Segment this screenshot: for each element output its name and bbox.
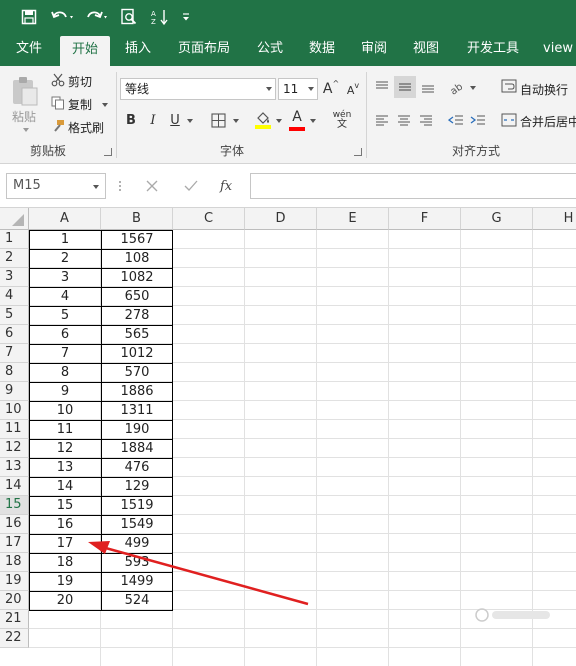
wrap-text-icon	[500, 76, 518, 96]
phonetic-char-icon: 文	[337, 119, 347, 130]
svg-text:ab: ab	[449, 81, 466, 95]
customize-quick-access-icon[interactable]	[178, 6, 194, 28]
arrow-shaft	[101, 545, 309, 606]
italic-button[interactable]: I	[144, 110, 162, 130]
font-color-button[interactable]: A	[286, 108, 308, 132]
underline-button[interactable]: U	[166, 110, 184, 130]
tab-view-extra[interactable]: view	[536, 34, 576, 66]
sort-ascending-icon[interactable]: AZ	[148, 6, 172, 28]
paste-label: 粘贴	[12, 110, 37, 124]
watermark-icon	[474, 607, 554, 626]
tab-insert[interactable]: 插入	[116, 34, 160, 66]
tab-data[interactable]: 数据	[300, 34, 344, 66]
increase-indent-icon[interactable]	[468, 110, 488, 130]
font-name-dropdown-arrow[interactable]	[266, 87, 272, 91]
clipboard-group-label: 剪贴板	[30, 144, 67, 158]
increase-arrow-icon: ^	[332, 79, 340, 88]
font-size-dropdown-arrow[interactable]	[308, 87, 314, 91]
formula-bar: M15 fx	[0, 164, 576, 208]
orientation-icon[interactable]: ab	[446, 76, 468, 98]
merge-center-button[interactable]: 合并后居中	[520, 113, 576, 130]
font-launcher-icon[interactable]	[354, 148, 362, 156]
ribbon-tabs: 文件 开始 插入 页面布局 公式 数据 审阅 视图 开发工具 view	[0, 34, 576, 66]
alignment-group-label: 对齐方式	[452, 144, 501, 158]
font-color-bar	[289, 126, 305, 131]
borders-dropdown-arrow[interactable]	[233, 119, 239, 123]
tab-formulas[interactable]: 公式	[248, 34, 292, 66]
excel-window: AZ 文件 开始 插入 页面布局 公式 数据 审阅 视图 开发工具 view 粘…	[0, 0, 576, 666]
copy-button[interactable]: 复制	[68, 96, 92, 113]
tab-developer[interactable]: 开发工具	[460, 34, 526, 66]
paste-button[interactable]	[8, 74, 42, 108]
cancel-entry-icon[interactable]	[146, 173, 166, 199]
group-separator	[116, 72, 117, 158]
group-separator-2	[366, 72, 367, 158]
tab-page-layout[interactable]: 页面布局	[170, 34, 238, 66]
ribbon: 粘贴 剪切 复制 格式刷 剪贴板 等线 11 A ^ Av B I U A wé…	[0, 66, 576, 164]
fill-color-bar	[255, 125, 271, 129]
tab-file[interactable]: 文件	[6, 34, 52, 66]
format-painter-icon	[50, 118, 66, 134]
arrow-head	[88, 541, 110, 554]
borders-icon[interactable]	[207, 110, 229, 130]
middle-align-icon[interactable]	[394, 76, 416, 98]
merge-center-icon	[500, 110, 518, 130]
tab-review[interactable]: 审阅	[352, 34, 396, 66]
formula-bar-grip-icon	[118, 173, 126, 199]
decrease-font-size-button[interactable]: Av	[344, 81, 362, 99]
redo-icon[interactable]	[82, 6, 112, 28]
fill-color-dropdown-arrow[interactable]	[276, 119, 282, 123]
bold-button[interactable]: B	[122, 110, 140, 130]
annotation-arrow	[88, 541, 309, 606]
name-box-dropdown-arrow[interactable]	[93, 185, 99, 189]
wrap-text-button[interactable]: 自动换行	[520, 81, 568, 98]
tab-view[interactable]: 视图	[404, 34, 448, 66]
svg-text:Z: Z	[151, 18, 156, 26]
svg-text:A: A	[151, 10, 156, 18]
orientation-dropdown-arrow[interactable]	[470, 86, 476, 90]
phonetic-guide-button[interactable]: wén 文	[328, 108, 356, 132]
name-box[interactable]: M15	[6, 173, 106, 199]
tab-home[interactable]: 开始	[60, 36, 110, 66]
bottom-align-icon[interactable]	[418, 76, 438, 98]
copy-icon	[50, 95, 66, 111]
top-align-icon[interactable]	[372, 76, 392, 98]
insert-function-button[interactable]: fx	[220, 173, 244, 199]
undo-icon[interactable]	[48, 6, 78, 28]
scissors-icon	[50, 72, 66, 88]
formula-input[interactable]	[250, 173, 576, 199]
fill-color-button[interactable]	[252, 108, 274, 132]
paint-bucket-icon	[257, 112, 269, 124]
cut-button[interactable]: 剪切	[68, 73, 92, 90]
increase-font-size-button[interactable]: A ^	[322, 79, 340, 99]
confirm-entry-icon[interactable]	[184, 173, 204, 199]
clipboard-launcher-icon[interactable]	[104, 148, 112, 156]
worksheet-grid: ABCDEFGH 1 2 3 4 5 6 7 8 9 10 11 12 13 14 15 16 17 18 19 20…	[0, 208, 576, 666]
save-icon[interactable]	[18, 6, 40, 28]
align-right-icon[interactable]	[416, 110, 436, 130]
format-painter-button[interactable]: 格式刷	[68, 119, 104, 136]
font-color-dropdown-arrow[interactable]	[310, 119, 316, 123]
align-center-icon[interactable]	[394, 110, 414, 130]
font-name-box[interactable]: 等线	[120, 78, 276, 100]
print-preview-icon[interactable]	[118, 6, 140, 28]
title-bar: AZ	[0, 0, 576, 34]
decrease-indent-icon[interactable]	[446, 110, 466, 130]
paste-dropdown-arrow[interactable]	[23, 128, 29, 132]
font-group-label: 字体	[220, 144, 245, 158]
copy-dropdown-arrow[interactable]	[102, 103, 108, 107]
decrease-arrow-icon: v	[354, 81, 360, 90]
align-left-icon[interactable]	[372, 110, 392, 130]
underline-dropdown-arrow[interactable]	[187, 119, 193, 123]
